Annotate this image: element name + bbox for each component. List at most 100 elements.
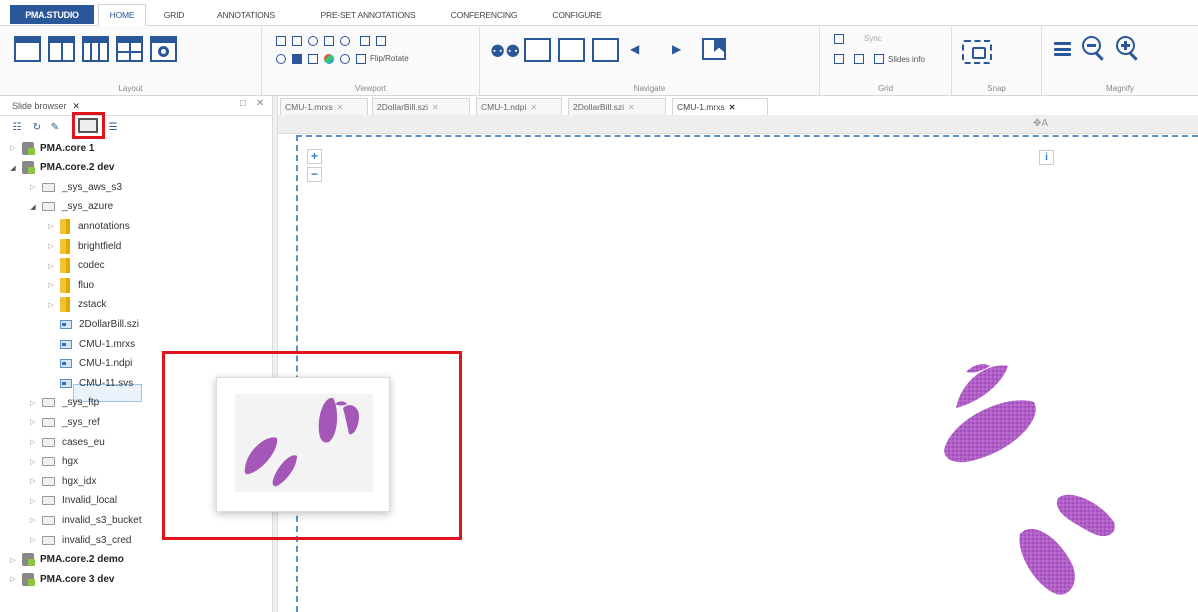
expand-arrow-icon[interactable]: ▷: [28, 477, 38, 485]
maximize-icon[interactable]: □: [240, 98, 246, 109]
doc-tab[interactable]: CMU-1.ndpi ✕: [476, 98, 562, 115]
close-tab-icon[interactable]: ✕: [729, 103, 736, 112]
grid-layout-icon[interactable]: [834, 34, 844, 44]
collapse-arrow-icon[interactable]: ◢: [8, 164, 18, 172]
expand-arrow-icon[interactable]: ▷: [46, 222, 56, 230]
zoom-out-icon[interactable]: [1082, 36, 1106, 61]
search-icon[interactable]: [276, 54, 286, 64]
expand-arrow-icon[interactable]: ▷: [8, 144, 18, 152]
layout-2x2-icon[interactable]: [116, 36, 143, 62]
layout-settings-icon[interactable]: [150, 36, 177, 62]
layout-1x2-icon[interactable]: [48, 36, 75, 62]
expand-arrow-icon[interactable]: ▷: [28, 536, 38, 544]
expand-arrow-icon[interactable]: ▷: [28, 458, 38, 466]
zoom-in-button[interactable]: +: [307, 149, 322, 164]
properties-icon[interactable]: [376, 36, 386, 46]
expand-arrow-icon[interactable]: ▷: [28, 497, 38, 505]
tab-conferencing[interactable]: CONFERENCING: [440, 4, 528, 26]
barcode-icon[interactable]: [292, 36, 302, 46]
navigate-next-slide-icon[interactable]: [592, 38, 619, 62]
close-tab-icon[interactable]: ✕: [628, 103, 635, 112]
tree-item-drive[interactable]: ▷ invalid_s3_cred: [28, 531, 131, 549]
previous-icon[interactable]: ◀: [630, 42, 639, 56]
doc-tab-active[interactable]: CMU-1.mrxs ✕: [672, 98, 768, 115]
doc-tab[interactable]: 2DollarBill.szi ✕: [568, 98, 666, 115]
grid-small-icon[interactable]: [834, 54, 844, 64]
tree-item-slide[interactable]: CMU-1.mrxs: [46, 335, 135, 353]
overview-icon[interactable]: [276, 36, 286, 46]
close-panel-icon[interactable]: ✕: [256, 98, 264, 109]
tree-item-drive[interactable]: ▷ _sys_ref: [28, 413, 100, 431]
close-tab-icon[interactable]: ✕: [530, 103, 537, 112]
grid-large-icon[interactable]: [854, 54, 864, 64]
expand-arrow-icon[interactable]: ▷: [28, 438, 38, 446]
export-icon[interactable]: [360, 36, 370, 46]
doc-tab[interactable]: 2DollarBill.szi ✕: [372, 98, 470, 115]
tree-item-drive[interactable]: ◢ _sys_azure: [28, 198, 113, 216]
binoculars-icon[interactable]: ⚉⚉: [490, 42, 520, 62]
magnify-menu-icon[interactable]: [1054, 42, 1071, 56]
expand-arrow-icon[interactable]: ▷: [46, 281, 56, 289]
tree-item-folder[interactable]: ▷ fluo: [46, 276, 94, 294]
slides-info-icon[interactable]: [874, 54, 884, 64]
expand-arrow-icon[interactable]: ▷: [46, 301, 56, 309]
tree-item-drive[interactable]: ▷ hgx: [28, 453, 78, 471]
tree-item-server[interactable]: ▷ PMA.core.2 demo: [8, 551, 124, 569]
close-tab-icon[interactable]: ✕: [432, 103, 439, 112]
brand-button[interactable]: PMA.STUDIO: [10, 5, 94, 24]
bookmark-icon[interactable]: [702, 38, 726, 60]
tree-item-folder[interactable]: ▷ brightfield: [46, 237, 121, 255]
tree-item-server[interactable]: ◢ PMA.core.2 dev: [8, 159, 114, 177]
expand-arrow-icon[interactable]: ▷: [8, 575, 18, 583]
tab-grid[interactable]: GRID: [154, 4, 194, 26]
expand-arrow-icon[interactable]: ▷: [28, 516, 38, 524]
list-view-icon[interactable]: ☰: [106, 121, 120, 134]
close-icon[interactable]: ✕: [73, 101, 81, 112]
tab-configure[interactable]: CONFIGURE: [540, 4, 614, 26]
expand-arrow-icon[interactable]: ▷: [28, 183, 38, 191]
tree-item-folder[interactable]: ▷ annotations: [46, 217, 130, 235]
tree-item-folder[interactable]: ▷ codec: [46, 257, 105, 275]
tree-item-folder[interactable]: ▷ zstack: [46, 296, 106, 314]
camera-icon[interactable]: [962, 40, 992, 64]
expand-arrow-icon[interactable]: ▷: [46, 262, 56, 270]
tree-item-drive[interactable]: ▷ cases_eu: [28, 433, 105, 451]
tree-item-slide[interactable]: CMU-1.ndpi: [46, 355, 132, 373]
tree-item-drive[interactable]: ▷ invalid_s3_bucket: [28, 511, 141, 529]
edit-icon[interactable]: ✎: [48, 121, 62, 134]
tree-item-server[interactable]: ▷ PMA.core 3 dev: [8, 570, 114, 588]
tree-item-server[interactable]: ▷ PMA.core 1: [8, 139, 94, 157]
expand-arrow-icon[interactable]: ▷: [28, 399, 38, 407]
color-adjust-icon[interactable]: [324, 54, 334, 64]
tree-item-drive[interactable]: ▷ Invalid_local: [28, 492, 117, 510]
flip-rotate-label[interactable]: Flip/Rotate: [370, 54, 409, 63]
zoom-out-button[interactable]: −: [307, 167, 322, 182]
sync-label[interactable]: Sync: [864, 34, 882, 43]
tab-home[interactable]: HOME: [98, 4, 146, 26]
filters-icon[interactable]: [340, 36, 350, 46]
tab-annotations[interactable]: ANNOTATIONS: [200, 4, 292, 26]
tree-item-drive[interactable]: ▷ _sys_aws_s3: [28, 178, 122, 196]
scalebar-icon[interactable]: [292, 54, 302, 64]
refresh-icon[interactable]: ↻: [30, 121, 44, 134]
next-icon[interactable]: ▶: [672, 42, 681, 56]
tree-item-slide[interactable]: 2DollarBill.szi: [46, 315, 139, 333]
move-indicator[interactable]: ✥A: [1033, 118, 1048, 129]
slides-info-label[interactable]: Slides info: [888, 55, 925, 64]
info-button[interactable]: i: [1039, 150, 1054, 165]
measure-icon[interactable]: [308, 36, 318, 46]
grid-view-icon[interactable]: ☷: [10, 121, 24, 134]
collapse-arrow-icon[interactable]: ◢: [28, 203, 38, 211]
zoom-in-icon[interactable]: [1116, 36, 1140, 61]
pin-icon[interactable]: [340, 54, 350, 64]
tree-item-slide[interactable]: CMU-11.svs: [46, 374, 133, 392]
expand-arrow-icon[interactable]: ▷: [46, 242, 56, 250]
navigate-prev-slide-icon[interactable]: [558, 38, 585, 62]
channels-icon[interactable]: [324, 36, 334, 46]
layout-1x1-icon[interactable]: [14, 36, 41, 62]
tab-preset-annotations[interactable]: PRE-SET ANNOTATIONS: [304, 4, 432, 26]
doc-tab[interactable]: CMU-1.mrxs ✕: [280, 98, 368, 115]
expand-arrow-icon[interactable]: ▷: [28, 418, 38, 426]
home-view-icon[interactable]: [308, 54, 318, 64]
expand-arrow-icon[interactable]: ▷: [8, 556, 18, 564]
